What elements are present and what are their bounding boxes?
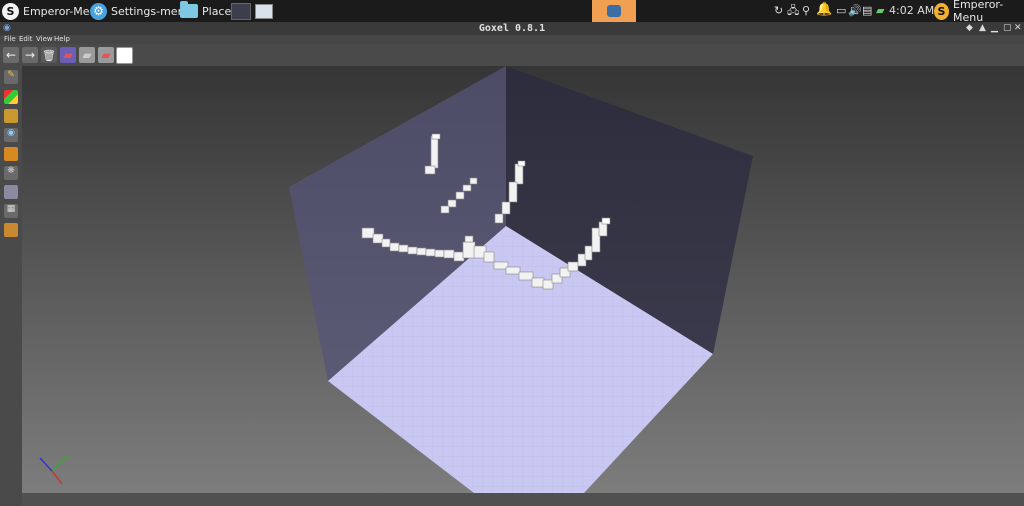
volume-icon[interactable]: 🔊: [848, 4, 862, 18]
x-axis-line: [51, 470, 63, 485]
menu-file[interactable]: File: [4, 34, 16, 44]
update-icon[interactable]: ↻: [774, 4, 783, 18]
status-area: [22, 493, 1024, 506]
clipboard-icon[interactable]: ▤: [862, 4, 872, 18]
y-axis-line: [51, 455, 68, 472]
tool-view[interactable]: ◉: [4, 128, 18, 142]
scene-svg: [39, 66, 753, 493]
layer-icon: ▰: [82, 48, 92, 62]
emperor-menu-button-left[interactable]: S Emperor-Menu: [2, 0, 103, 22]
tool-palette[interactable]: [4, 90, 18, 104]
tool-layers[interactable]: [4, 109, 18, 123]
undo-icon: ←: [5, 48, 17, 62]
folder-icon: [180, 1, 198, 18]
layer-icon: ▰: [101, 48, 111, 62]
clock[interactable]: 4:02 AM: [889, 4, 934, 18]
film-icon: ▦: [6, 204, 16, 214]
notification-bell-icon[interactable]: 🔔: [816, 3, 832, 17]
minimize-icon[interactable]: ▁: [991, 22, 998, 35]
layer-icon: ▰: [63, 48, 73, 62]
redo-icon: →: [24, 48, 36, 62]
brush-icon: ✎: [7, 70, 15, 80]
axis-gizmo: [39, 455, 68, 485]
emperor-menu-button-right[interactable]: S Emperor-Menu: [934, 0, 1024, 24]
eye-icon: ◉: [7, 128, 15, 138]
material-icon: ❋: [7, 166, 15, 176]
battery-icon[interactable]: ▰: [876, 4, 884, 18]
3d-viewport[interactable]: [22, 66, 1024, 493]
layer-tool-1-button[interactable]: ▰: [60, 47, 76, 63]
window-thumbnail-icon: [231, 2, 251, 20]
menu-help[interactable]: Help: [54, 34, 70, 44]
tool-camera[interactable]: [4, 223, 18, 237]
redo-button[interactable]: →: [22, 47, 38, 63]
emperor-logo-icon: S: [2, 2, 19, 20]
sticky-icon[interactable]: ◆: [966, 22, 973, 35]
delete-button[interactable]: 🗑: [41, 47, 57, 63]
tool-material[interactable]: ❋: [4, 166, 18, 180]
shade-up-icon[interactable]: ▲: [979, 22, 986, 35]
layer-tool-3-button[interactable]: ▰: [98, 47, 114, 63]
menu-bar: File Edit View Help: [0, 35, 1024, 44]
network-icon[interactable]: 🖧: [787, 4, 799, 18]
tool-box[interactable]: [4, 147, 18, 161]
display-icon[interactable]: ▭: [836, 4, 846, 18]
close-icon[interactable]: ✕: [1014, 22, 1022, 35]
emperor-menu-label: Emperor-Menu: [953, 0, 1004, 24]
taskbar: S Emperor-Menu ⚙ Settings-menu Places ↻ …: [0, 0, 1024, 24]
settings-menu-button[interactable]: ⚙ Settings-menu: [90, 0, 192, 22]
active-task-goxel[interactable]: [592, 0, 636, 22]
window-title: Goxel 0.8.1: [478, 23, 546, 34]
menu-view[interactable]: View: [36, 34, 53, 44]
maximize-icon[interactable]: ▢: [1003, 22, 1012, 35]
layer-tool-2-button[interactable]: ▰: [79, 47, 95, 63]
tool-brush[interactable]: ✎: [4, 70, 18, 84]
trash-icon: 🗑: [42, 48, 56, 62]
window-titlebar: ◉ Goxel 0.8.1 ◆ ▲ ▁ ▢ ✕: [0, 22, 1024, 35]
tool-sidebar: ✎ ◉ ❋ ▦: [0, 66, 22, 506]
color-swatch[interactable]: [116, 47, 133, 64]
emperor-logo-icon: S: [934, 2, 949, 20]
tool-render[interactable]: ▦: [4, 204, 18, 218]
gear-icon: ⚙: [90, 2, 107, 20]
window-switcher-2[interactable]: [255, 0, 273, 22]
window-switcher-1[interactable]: [231, 0, 251, 22]
goxel-app-icon: [607, 5, 621, 17]
user-icon[interactable]: ⚲: [802, 4, 810, 18]
places-button[interactable]: Places: [180, 0, 237, 22]
window-thumbnail-icon: [255, 3, 273, 19]
undo-button[interactable]: ←: [3, 47, 19, 63]
z-axis-line: [39, 457, 53, 472]
tool-image[interactable]: [4, 185, 18, 199]
toolbar: ← → 🗑 ▰ ▰ ▰: [0, 44, 1024, 66]
menu-edit[interactable]: Edit: [19, 34, 33, 44]
